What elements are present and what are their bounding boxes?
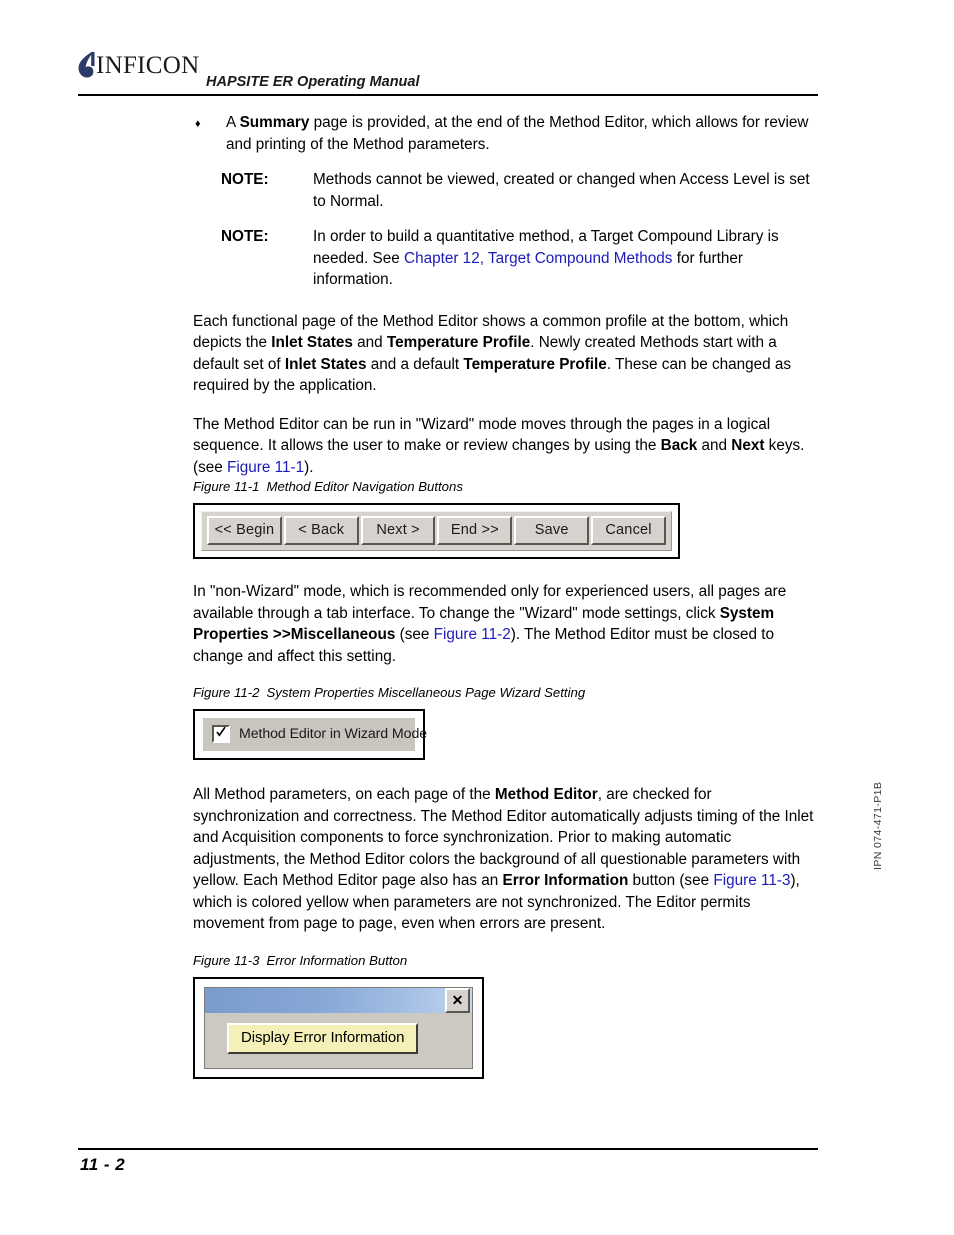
figure-11-2-caption: Figure 11-2 System Properties Miscellaneo… [193, 684, 818, 702]
page-number: 11 - 2 [80, 1155, 126, 1174]
begin-button[interactable]: << Begin [207, 516, 282, 545]
p4-seg-c: button (see [628, 872, 714, 889]
figure-11-3-title: Error Information Button [266, 952, 408, 968]
error-information-window: ✕ Display Error Information [204, 986, 473, 1069]
figure-11-1-caption: Figure 11-1 Method Editor Navigation Butt… [193, 478, 818, 496]
inficon-logo-text: INFICON [96, 51, 200, 79]
bullet-text-before: A [226, 114, 240, 131]
save-button[interactable]: Save [514, 516, 590, 545]
p1-bold-inlet-states-1: Inlet States [271, 334, 353, 351]
bullet-text-after: page is provided, at the end of the Meth… [226, 114, 809, 153]
p4-bold-method-editor: Method Editor [494, 786, 598, 803]
note-label-1: NOTE: [221, 171, 269, 188]
note-text-2: In order to build a quantitative method,… [313, 226, 818, 291]
manual-title: HAPSITE ER Operating Manual [206, 74, 420, 90]
bullet-diamond-icon: ♦ [195, 118, 201, 130]
header-divider [78, 94, 818, 96]
checkmark-icon [216, 726, 226, 737]
window-body: Display Error Information [205, 1012, 472, 1068]
p4-bold-error-information: Error Information [502, 872, 629, 889]
figure-11-3-number: Figure 11-3 [193, 952, 260, 968]
footer-divider [78, 1148, 818, 1150]
figure-11-3-caption: Figure 11-3 Error Information Button [193, 952, 818, 970]
note-block-1: NOTE: Methods cannot be viewed, created … [221, 169, 818, 212]
figure-11-2-image: Method Editor in Wizard Mode [193, 709, 427, 760]
inficon-logo: INFICON [78, 52, 200, 78]
figure-11-2-title: System Properties Miscellaneous Page Wiz… [266, 685, 586, 700]
end-button[interactable]: End >> [437, 516, 513, 545]
document-part-number-text: IPN 074-471-P1B [872, 781, 884, 870]
wizard-mode-checkbox-row[interactable]: Method Editor in Wizard Mode [203, 718, 427, 751]
note-text-1: Methods cannot be viewed, created or cha… [313, 171, 810, 210]
note-label-2: NOTE: [221, 228, 269, 245]
p3-seg-b: (see [395, 626, 434, 643]
figure-11-1-title: Method Editor Navigation Buttons [266, 479, 463, 494]
document-part-number: IPN 074-471-P1B [856, 762, 884, 872]
inficon-droplet-logo-icon [78, 52, 95, 78]
p1-bold-inlet-states-2: Inlet States [284, 355, 367, 373]
cancel-button[interactable]: Cancel [591, 516, 666, 545]
p2-bold-next: Next [731, 437, 765, 454]
page-header: INFICON HAPSITE ER Operating Manual [78, 48, 818, 94]
method-editor-navigation-toolbar: << Begin < Back Next > End >> Save Cance… [201, 511, 672, 551]
paragraph-wizard-mode: The Method Editor can be run in "Wizard"… [193, 414, 818, 479]
figure-11-2-number: Figure 11-2 [193, 685, 260, 700]
wizard-mode-checkbox-label: Method Editor in Wizard Mode [239, 726, 428, 742]
p2-seg-b: and [697, 437, 732, 454]
bullet-item: ♦ A Summary page is provided, at the end… [193, 112, 818, 155]
display-error-information-button[interactable]: Display Error Information [227, 1022, 419, 1054]
link-figure-11-1[interactable]: Figure 11-1 [227, 459, 304, 476]
window-titlebar: ✕ [205, 987, 472, 1013]
p2-bold-back: Back [660, 437, 698, 454]
paragraph-non-wizard-mode: In "non-Wizard" mode, which is recommend… [193, 581, 818, 667]
link-figure-11-2[interactable]: Figure 11-2 [434, 626, 511, 643]
figure-11-3-image: ✕ Display Error Information [193, 976, 484, 1079]
paragraph-group-1: Each functional page of the Method Edito… [193, 311, 818, 479]
page-content: ♦ A Summary page is provided, at the end… [193, 112, 818, 1079]
p4-seg-a: All Method parameters, on each page of t… [193, 786, 495, 803]
close-icon[interactable]: ✕ [445, 987, 470, 1013]
link-chapter-12[interactable]: Chapter 12, Target Compound Methods [404, 250, 672, 267]
p3-seg-a: In "non-Wizard" mode, which is recommend… [193, 583, 787, 622]
wizard-mode-checkbox[interactable] [212, 725, 230, 743]
note-block-2: NOTE: In order to build a quantitative m… [221, 226, 818, 291]
back-button[interactable]: < Back [283, 516, 359, 545]
p1-bold-temperature-profile-1: Temperature Profile [386, 334, 531, 351]
bullet-bold-summary: Summary [239, 114, 310, 131]
next-button[interactable]: Next > [360, 516, 436, 545]
link-figure-11-3[interactable]: Figure 11-3 [713, 872, 790, 889]
p1-seg-b: and [352, 334, 387, 351]
paragraph-inlet-states: Each functional page of the Method Edito… [193, 311, 818, 397]
p2-seg-d: ). [304, 458, 314, 476]
bullet-text: A Summary page is provided, at the end o… [226, 112, 818, 155]
paragraph-error-information: All Method parameters, on each page of t… [193, 784, 818, 935]
p1-seg-d: and a default [366, 355, 464, 373]
figure-11-1-number: Figure 11-1 [193, 479, 260, 494]
figure-11-1-image: << Begin < Back Next > End >> Save Cance… [193, 503, 680, 559]
p1-bold-temperature-profile-2: Temperature Profile [463, 355, 607, 373]
